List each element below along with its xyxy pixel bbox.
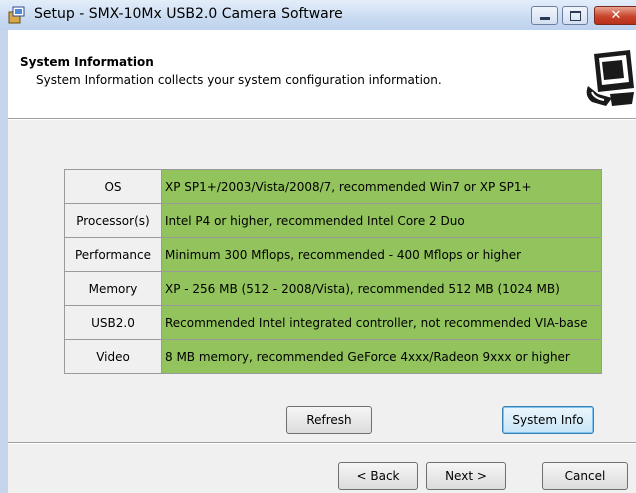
window-frame xyxy=(0,30,8,493)
table-row: Video 8 MB memory, recommended GeForce 4x… xyxy=(64,339,602,374)
setup-computer-icon xyxy=(580,48,636,108)
system-info-button[interactable]: System Info xyxy=(502,406,594,434)
row-label: Video xyxy=(64,339,162,374)
page-title: System Information xyxy=(20,55,154,69)
page-subtitle: System Information collects your system … xyxy=(36,73,442,87)
title-bar: Setup - SMX-10Mx USB2.0 Camera Software … xyxy=(0,0,636,30)
row-label: Processor(s) xyxy=(64,203,162,238)
footer-divider xyxy=(8,442,636,444)
window-title: Setup - SMX-10Mx USB2.0 Camera Software xyxy=(34,6,343,22)
row-value: Minimum 300 Mflops, recommended - 400 Mf… xyxy=(161,237,602,272)
maximize-icon xyxy=(569,10,581,21)
maximize-button[interactable] xyxy=(562,6,588,25)
close-button[interactable]: ✕ xyxy=(594,6,636,25)
table-row: Performance Minimum 300 Mflops, recommend… xyxy=(64,237,602,272)
row-label: USB2.0 xyxy=(64,305,162,340)
row-value: XP SP1+/2003/Vista/2008/7, recommended W… xyxy=(161,169,602,204)
cancel-button[interactable]: Cancel xyxy=(542,462,628,490)
setup-app-icon xyxy=(8,6,25,24)
system-info-table: OS XP SP1+/2003/Vista/2008/7, recommended… xyxy=(64,169,602,374)
minimize-icon xyxy=(539,16,550,20)
table-row: Memory XP - 256 MB (512 - 2008/Vista), re… xyxy=(64,271,602,306)
close-icon: ✕ xyxy=(610,8,622,23)
row-value: 8 MB memory, recommended GeForce 4xxx/Ra… xyxy=(161,339,602,374)
minimize-button[interactable] xyxy=(531,6,558,25)
setup-window: Setup - SMX-10Mx USB2.0 Camera Software … xyxy=(0,0,636,493)
table-row: USB2.0 Recommended Intel integrated contr… xyxy=(64,305,602,340)
wizard-header: System Information System Information co… xyxy=(8,30,636,118)
row-value: XP - 256 MB (512 - 2008/Vista), recommen… xyxy=(161,271,602,306)
row-value: Recommended Intel integrated controller,… xyxy=(161,305,602,340)
next-button[interactable]: Next > xyxy=(426,462,506,490)
row-label: Memory xyxy=(64,271,162,306)
refresh-button[interactable]: Refresh xyxy=(286,406,372,434)
table-row: OS XP SP1+/2003/Vista/2008/7, recommended… xyxy=(64,169,602,204)
back-button[interactable]: < Back xyxy=(338,462,418,490)
table-row: Processor(s) Intel P4 or higher, recommen… xyxy=(64,203,602,238)
row-value: Intel P4 or higher, recommended Intel Co… xyxy=(161,203,602,238)
row-label: OS xyxy=(64,169,162,204)
wizard-body: OS XP SP1+/2003/Vista/2008/7, recommended… xyxy=(8,120,636,493)
row-label: Performance xyxy=(64,237,162,272)
